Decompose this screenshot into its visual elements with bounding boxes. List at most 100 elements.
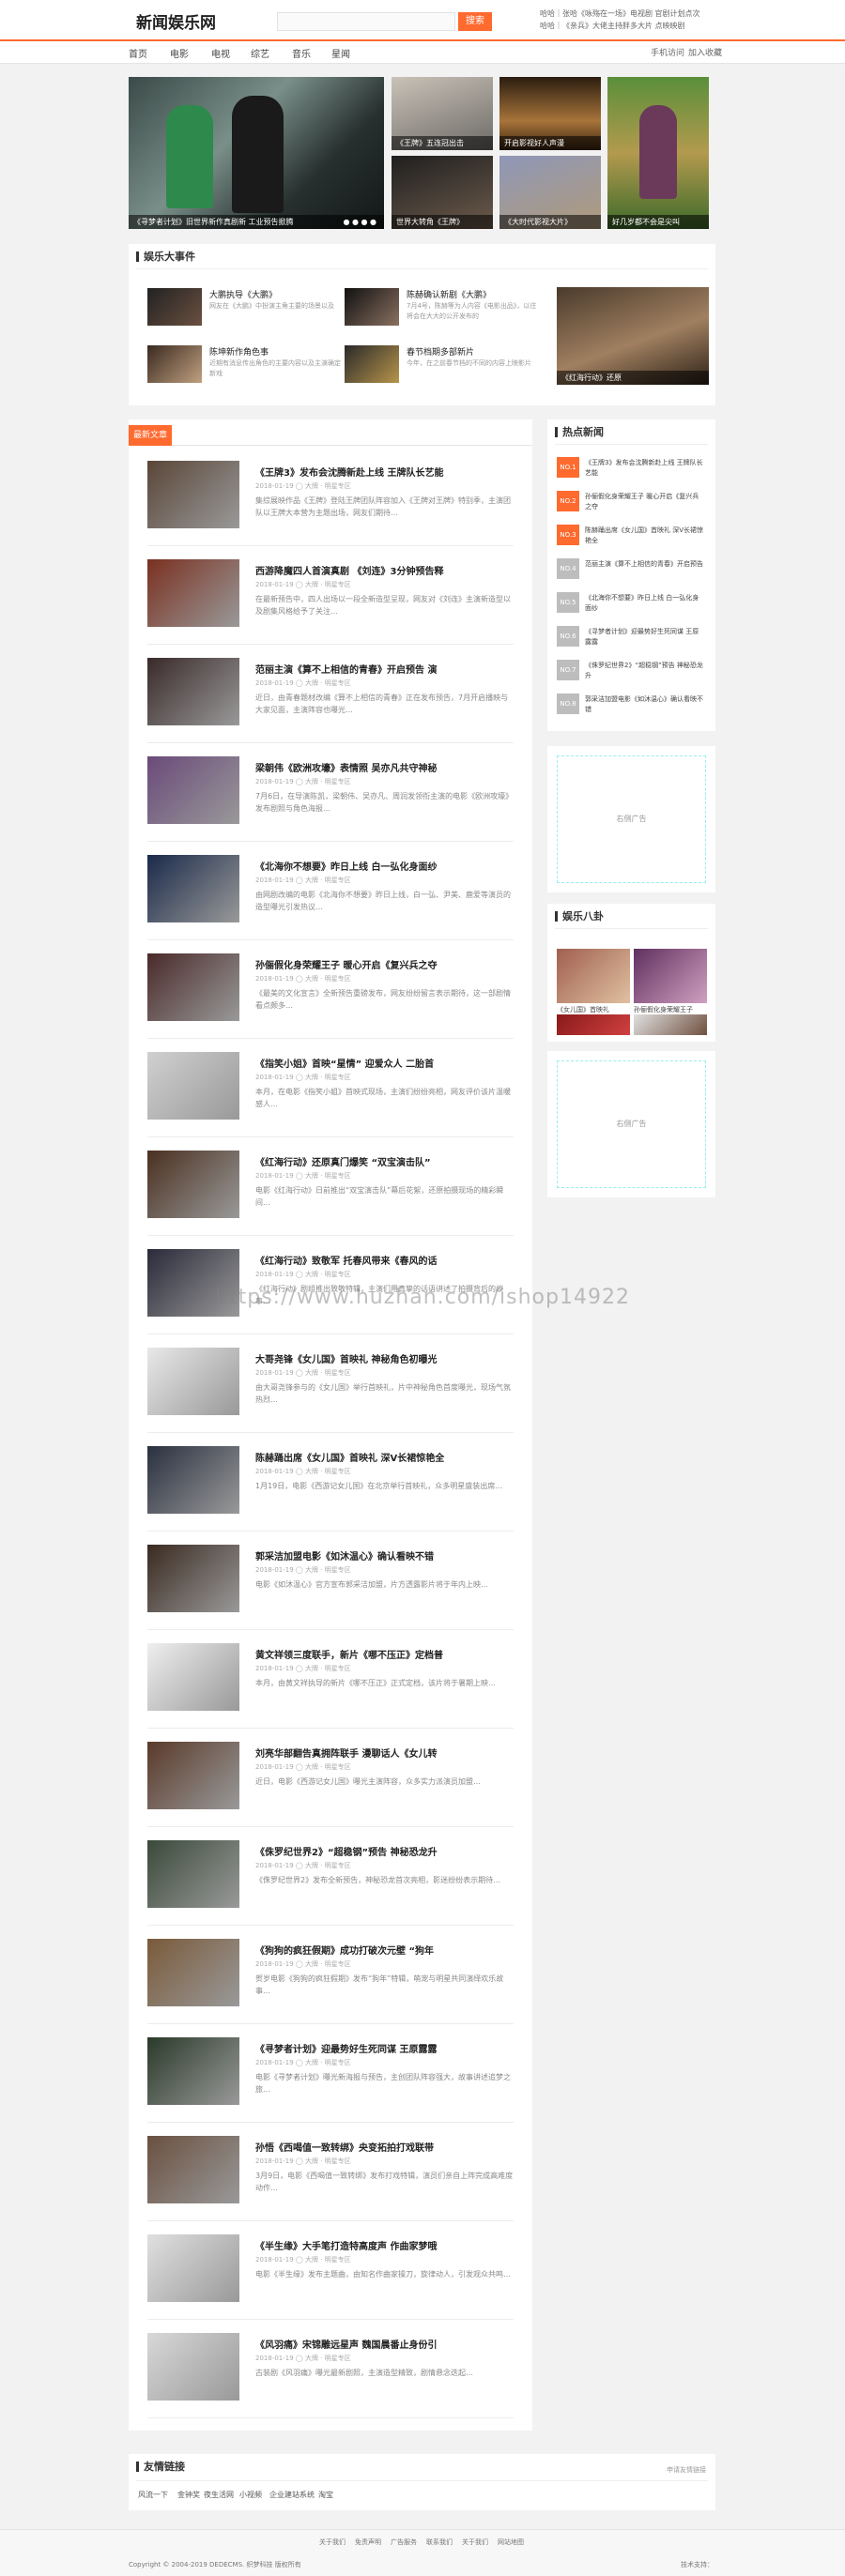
event-title[interactable]: 大鹏执导《大鹏》 (209, 288, 341, 300)
article-thumb[interactable] (147, 953, 239, 1021)
nav-item-variety[interactable]: 综艺 (251, 46, 269, 60)
article-thumb[interactable] (147, 559, 239, 627)
article-thumb[interactable] (147, 2037, 239, 2105)
article-title[interactable]: 《寻梦者计划》迎最势好生死同谋 王原露露 (255, 2041, 514, 2055)
event-title[interactable]: 春节档期多部新片 (407, 345, 538, 358)
nav-item-home[interactable]: 首页 (129, 46, 147, 60)
banner-main-slide[interactable]: 《寻梦者计划》旧世界新作真剧新 工业预告掀腾 ● ● ● ● (129, 77, 384, 229)
slide-dots[interactable]: ● ● ● ● (343, 218, 376, 226)
favorite-link[interactable]: 加入收藏 (688, 46, 722, 58)
nav-item-tv[interactable]: 电视 (211, 46, 230, 60)
article-thumb[interactable] (147, 1545, 239, 1612)
friend-link[interactable]: 淘宝 (318, 2490, 333, 2500)
footer-link[interactable]: 免责声明 (355, 2538, 381, 2547)
top-news-item[interactable]: 哈哈｜《亲兵》大佬主持胖多大片 点映映剧 (540, 20, 822, 32)
footer-link[interactable]: 网站地图 (498, 2538, 524, 2547)
article-thumb[interactable] (147, 1939, 239, 2006)
article-title[interactable]: 孙悟《西喝值一致转绑》央变拓拍打戏联带 (255, 2140, 514, 2154)
footer-link[interactable]: 联系我们 (426, 2538, 453, 2547)
apply-link[interactable]: 申请友情链接 (667, 2465, 706, 2475)
site-logo[interactable]: 新闻娱乐网 (136, 9, 216, 33)
article-title[interactable]: 孙俪假化身荣耀王子 暖心开启《复兴兵之夺 (255, 957, 514, 971)
nav-item-star[interactable]: 星闻 (331, 46, 350, 60)
hot-news-item[interactable]: NO.2 孙俪假化身荣耀王子 暖心开启《复兴兵之夺 (557, 491, 704, 513)
hot-news-item[interactable]: NO.5 《北海你不想要》昨日上线 白一弘化身面纱 (557, 592, 704, 615)
hot-news-item[interactable]: NO.8 郭采洁加盟电影《如沐温心》确认看映不错 (557, 694, 704, 716)
event-item[interactable]: 春节档期多部新片 今年，在之前春节档的不同的内容上映影片 (345, 345, 542, 383)
article-thumb[interactable] (147, 1151, 239, 1218)
banner-tall-thumb[interactable]: 好几岁都不会是尖叫 (607, 77, 709, 229)
article-thumb[interactable] (147, 2234, 239, 2302)
article-title[interactable]: 《狗狗的疯狂假期》成功打破次元壁 “狗年 (255, 1943, 514, 1957)
banner-thumb[interactable]: 世界大转角《王牌》 (392, 156, 493, 229)
article-item[interactable]: 梁朝伟《欧洲攻壕》表情照 吴亦凡共守神秘 2018-01-19 ◯ 大牌 · 明星… (147, 743, 514, 842)
banner-thumb[interactable]: 开启影视好人声漫 (499, 77, 601, 150)
article-title[interactable]: 《半生缘》大手笔打造特高度声 作曲家梦哦 (255, 2238, 514, 2252)
article-thumb[interactable] (147, 1348, 239, 1415)
search-button[interactable]: 搜索 (458, 12, 492, 31)
article-item[interactable]: 《红海行动》还原真门爆笑 “双宝演击队” 2018-01-19 ◯ 大牌 · 明星… (147, 1137, 514, 1236)
article-title[interactable]: 郭采洁加盟电影《如沐温心》确认看映不错 (255, 1548, 514, 1562)
footer-link[interactable]: 广告服务 (391, 2538, 417, 2547)
hot-news-text[interactable]: 《侏罗纪世界2》“超稳钢”预告 神秘恐龙升 (585, 661, 704, 681)
footer-link[interactable]: 关于我们 (462, 2538, 488, 2547)
gossip-caption[interactable]: 孙俪假化身荣耀王子 (634, 1005, 707, 1014)
article-thumb[interactable] (147, 855, 239, 922)
hot-news-item[interactable]: NO.7 《侏罗纪世界2》“超稳钢”预告 神秘恐龙升 (557, 660, 704, 682)
article-title[interactable]: 《红海行动》还原真门爆笑 “双宝演击队” (255, 1154, 514, 1168)
event-title[interactable]: 陈坤新作角色事 (209, 345, 341, 358)
article-thumb[interactable] (147, 2333, 239, 2401)
article-title[interactable]: 《王牌3》发布会沈腾新赴上线 王牌队长艺能 (255, 465, 514, 479)
article-item[interactable]: 《王牌3》发布会沈腾新赴上线 王牌队长艺能 2018-01-19 ◯ 大牌 · 明… (147, 448, 514, 546)
hot-news-text[interactable]: 郭采洁加盟电影《如沐温心》确认看映不错 (585, 694, 704, 715)
hot-news-item[interactable]: NO.3 陈赫踊出席《女儿国》首映礼 深V长裙惊艳全 (557, 525, 704, 547)
hot-news-text[interactable]: 《寻梦者计划》迎最势好生死同谋 王原露露 (585, 627, 704, 648)
tab-latest[interactable]: 最新文章 (129, 425, 172, 446)
article-thumb[interactable] (147, 1840, 239, 1908)
article-title[interactable]: 《北海你不想要》昨日上线 白一弘化身面纱 (255, 859, 514, 873)
top-news-item[interactable]: 哈哈｜张哈《咏殇在一场》电视剧 官剧计划点次 (540, 8, 822, 20)
article-title[interactable]: 《红海行动》致敬军 托春风带来《春风的话 (255, 1253, 514, 1267)
article-thumb[interactable] (147, 461, 239, 528)
article-item[interactable]: 《侏罗纪世界2》“超稳钢”预告 神秘恐龙升 2018-01-19 ◯ 大牌 · 明… (147, 1827, 514, 1926)
article-item[interactable]: 西游降魔四人首演真剧 《刘连》3分钟预告释 2018-01-19 ◯ 大牌 · 明… (147, 546, 514, 645)
friend-link[interactable]: 小视频 (239, 2490, 262, 2500)
article-item[interactable]: 刘亮华部翻告真拥阵联手 漫聊话人《女儿转 2018-01-19 ◯ 大牌 · 明星… (147, 1729, 514, 1827)
article-item[interactable]: 《寻梦者计划》迎最势好生死同谋 王原露露 2018-01-19 ◯ 大牌 · 明星… (147, 2024, 514, 2123)
event-title[interactable]: 陈赫确认新剧《大鹏》 (407, 288, 538, 300)
article-thumb[interactable] (147, 1052, 239, 1120)
article-title[interactable]: 范丽主演《算不上相信的青春》开启预告 演 (255, 662, 514, 676)
article-thumb[interactable] (147, 658, 239, 725)
article-title[interactable]: 刘亮华部翻告真拥阵联手 漫聊话人《女儿转 (255, 1745, 514, 1760)
article-item[interactable]: 陈赫踊出席《女儿国》首映礼 深V长裙惊艳全 2018-01-19 ◯ 大牌 · 明… (147, 1433, 514, 1532)
banner-thumb[interactable]: 《大时代影视大片》 (499, 156, 601, 229)
nav-item-music[interactable]: 音乐 (292, 46, 311, 60)
article-title[interactable]: 大哥尧锋《女儿国》首映礼 神秘角色初曝光 (255, 1351, 514, 1365)
hot-news-item[interactable]: NO.1 《王牌3》发布会沈腾新赴上线 王牌队长艺能 (557, 457, 704, 480)
article-item[interactable]: 《北海你不想要》昨日上线 白一弘化身面纱 2018-01-19 ◯ 大牌 · 明星… (147, 842, 514, 940)
article-item[interactable]: 《半生缘》大手笔打造特高度声 作曲家梦哦 2018-01-19 ◯ 大牌 · 明星… (147, 2221, 514, 2320)
friend-link[interactable]: 风流一下 (138, 2490, 168, 2500)
article-title[interactable]: 《指笑小姐》首映“星情” 迎爱众人 二胎首 (255, 1056, 514, 1070)
mobile-access-link[interactable]: 手机访问 (651, 46, 684, 58)
article-title[interactable]: 《侏罗纪世界2》“超稳钢”预告 神秘恐龙升 (255, 1844, 514, 1858)
friend-link[interactable]: 金钟奖 (177, 2490, 200, 2500)
article-item[interactable]: 《狗狗的疯狂假期》成功打破次元壁 “狗年 2018-01-19 ◯ 大牌 · 明星… (147, 1926, 514, 2024)
event-item[interactable]: 陈坤新作角色事 近期有消息传出角色的主要内容以及主演确定新戏 (147, 345, 345, 383)
gossip-caption[interactable]: 《女儿国》首映礼 (557, 1005, 630, 1014)
article-item[interactable]: 孙俪假化身荣耀王子 暖心开启《复兴兵之夺 2018-01-19 ◯ 大牌 · 明星… (147, 940, 514, 1039)
article-thumb[interactable] (147, 1643, 239, 1711)
article-title[interactable]: 黄文祥领三度联手，新片《哪不压正》定档普 (255, 1647, 514, 1661)
article-title[interactable]: 梁朝伟《欧洲攻壕》表情照 吴亦凡共守神秘 (255, 760, 514, 774)
article-item[interactable]: 大哥尧锋《女儿国》首映礼 神秘角色初曝光 2018-01-19 ◯ 大牌 · 明星… (147, 1334, 514, 1433)
hot-news-text[interactable]: 范丽主演《算不上相信的青春》开启预告 (585, 559, 704, 580)
article-title[interactable]: 西游降魔四人首演真剧 《刘连》3分钟预告释 (255, 563, 514, 577)
article-item[interactable]: 《风羽痛》宋锦雕远星声 魏国晨番止身份引 2018-01-19 ◯ 大牌 · 明星… (147, 2320, 514, 2418)
hot-news-text[interactable]: 《北海你不想要》昨日上线 白一弘化身面纱 (585, 593, 704, 614)
search-input[interactable] (277, 12, 455, 31)
nav-item-movie[interactable]: 电影 (170, 46, 189, 60)
article-thumb[interactable] (147, 1742, 239, 1809)
event-item[interactable]: 陈赫确认新剧《大鹏》 7月4号，陈赫等为人内容《电影出品》，以往将会在大大的公开… (345, 288, 542, 326)
article-title[interactable]: 《风羽痛》宋锦雕远星声 魏国晨番止身份引 (255, 2337, 514, 2351)
article-thumb[interactable] (147, 2136, 239, 2203)
